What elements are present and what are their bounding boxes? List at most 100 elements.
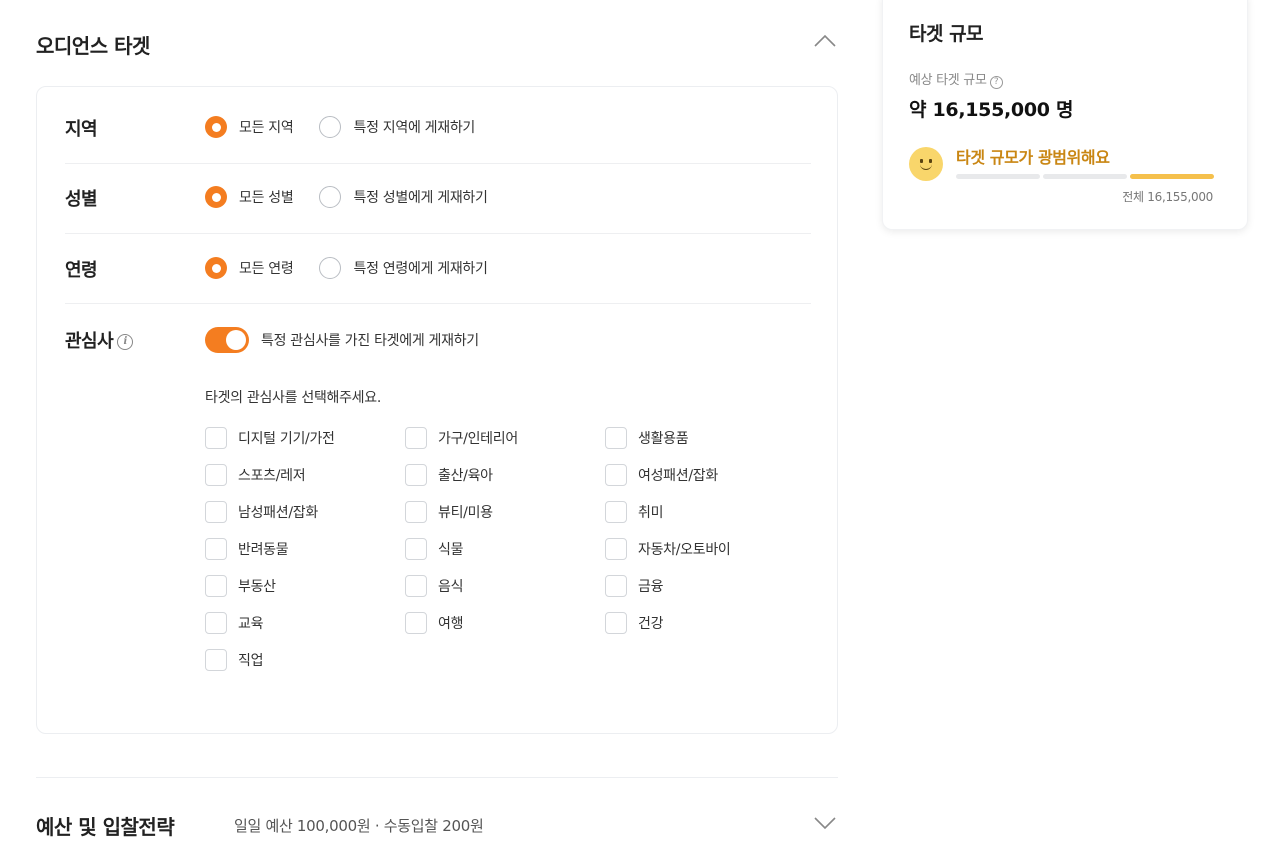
checkbox-box[interactable] <box>405 427 427 449</box>
interest-row: 관심사 i 특정 관심사를 가진 타겟에게 게재하기 <box>65 325 811 355</box>
interest-checkbox[interactable]: 음식 <box>405 575 463 597</box>
interest-label-text: 관심사 <box>65 331 114 352</box>
interest-checkbox[interactable]: 금융 <box>605 575 663 597</box>
age-row: 연령 모든 연령 특정 연령에게 게재하기 <box>65 254 811 284</box>
budget-section-title[interactable]: 예산 및 입찰전략 <box>36 811 175 840</box>
checkbox-box[interactable] <box>605 501 627 523</box>
interest-checkbox-label: 금융 <box>638 579 664 595</box>
checkbox-box[interactable] <box>405 464 427 486</box>
age-radio-group: 모든 연령 특정 연령에게 게재하기 <box>205 257 514 279</box>
checkbox-box[interactable] <box>205 575 227 597</box>
region-label: 지역 <box>65 119 98 140</box>
radio-all-regions[interactable]: 모든 지역 <box>205 116 294 138</box>
chevron-down-icon[interactable] <box>814 816 836 830</box>
interest-checkbox[interactable]: 여성패션/잡화 <box>605 464 718 486</box>
checkbox-box[interactable] <box>605 538 627 560</box>
radio-all-genders-label: 모든 성별 <box>239 190 294 206</box>
interest-checkbox-label: 뷰티/미용 <box>438 505 493 521</box>
budget-summary: 일일 예산 100,000원 · 수동입찰 200원 <box>234 817 484 835</box>
interest-checkbox[interactable]: 여행 <box>405 612 463 634</box>
interest-checkbox-label: 음식 <box>438 579 464 595</box>
checkbox-box[interactable] <box>205 464 227 486</box>
interest-checkbox-label: 직업 <box>238 653 264 669</box>
section-divider <box>36 777 838 778</box>
interest-checkbox[interactable]: 뷰티/미용 <box>405 501 493 523</box>
radio-specific-age[interactable]: 특정 연령에게 게재하기 <box>319 257 488 279</box>
checkbox-box[interactable] <box>405 612 427 634</box>
interest-checkbox[interactable]: 자동차/오토바이 <box>605 538 731 560</box>
interest-checkbox-label: 반려동물 <box>238 542 289 558</box>
checkbox-box[interactable] <box>605 464 627 486</box>
radio-all-genders-indicator[interactable] <box>205 186 227 208</box>
interest-checkbox[interactable]: 가구/인테리어 <box>405 427 518 449</box>
radio-all-regions-indicator[interactable] <box>205 116 227 138</box>
age-label: 연령 <box>65 260 98 281</box>
interest-checkbox-label: 생활용품 <box>638 431 689 447</box>
interest-checkbox[interactable]: 디지털 기기/가전 <box>205 427 335 449</box>
audience-section-header[interactable]: 오디언스 타겟 <box>36 26 838 62</box>
interest-checkbox-label: 여성패션/잡화 <box>638 468 718 484</box>
radio-specific-gender[interactable]: 특정 성별에게 게재하기 <box>319 186 488 208</box>
interest-checkbox[interactable]: 직업 <box>205 649 263 671</box>
interest-checkbox[interactable]: 출산/육아 <box>405 464 493 486</box>
interest-checkbox-label: 디지털 기기/가전 <box>238 431 335 447</box>
checkbox-box[interactable] <box>205 649 227 671</box>
interest-checkbox[interactable]: 교육 <box>205 612 263 634</box>
breadth-bar-segment-2 <box>1043 174 1127 179</box>
interest-toggle-label: 특정 관심사를 가진 타겟에게 게재하기 <box>261 333 479 349</box>
divider <box>65 303 811 304</box>
interest-checkbox[interactable]: 취미 <box>605 501 663 523</box>
radio-all-ages-indicator[interactable] <box>205 257 227 279</box>
interest-checkbox[interactable]: 반려동물 <box>205 538 289 560</box>
checkbox-box[interactable] <box>605 612 627 634</box>
radio-all-ages[interactable]: 모든 연령 <box>205 257 294 279</box>
checkbox-box[interactable] <box>205 501 227 523</box>
interest-checkbox-label: 식물 <box>438 542 464 558</box>
checkbox-box[interactable] <box>205 427 227 449</box>
checkbox-box[interactable] <box>205 538 227 560</box>
interest-checkbox[interactable]: 스포츠/레저 <box>205 464 306 486</box>
interest-checkbox-label: 자동차/오토바이 <box>638 542 731 558</box>
interest-prompt: 타겟의 관심사를 선택해주세요. <box>205 390 381 406</box>
radio-all-regions-label: 모든 지역 <box>239 120 294 136</box>
gender-row: 성별 모든 성별 특정 성별에게 게재하기 <box>65 183 811 213</box>
interest-checkbox-label: 여행 <box>438 616 464 632</box>
checkbox-box[interactable] <box>205 612 227 634</box>
radio-specific-age-indicator[interactable] <box>319 257 342 279</box>
audience-target-card: 지역 모든 지역 특정 지역에 게재하기 성별 모든 성별 특정 성별에게 게재… <box>36 86 838 734</box>
interest-toggle[interactable] <box>205 327 249 353</box>
info-icon[interactable]: i <box>117 334 134 350</box>
question-circle-icon[interactable]: ? <box>989 76 1003 89</box>
chevron-up-icon[interactable] <box>814 34 836 48</box>
estimated-size-label: 예상 타겟 규모? <box>909 69 1003 89</box>
radio-all-ages-label: 모든 연령 <box>239 261 294 277</box>
interest-checkbox[interactable]: 식물 <box>405 538 463 560</box>
interest-checkbox[interactable]: 건강 <box>605 612 663 634</box>
interest-checkbox[interactable]: 남성패션/잡화 <box>205 501 318 523</box>
estimated-size-value: 약 16,155,000 명 <box>909 99 1074 121</box>
interest-checkbox-label: 교육 <box>238 616 264 632</box>
checkbox-box[interactable] <box>405 501 427 523</box>
interest-label: 관심사 i <box>65 327 134 353</box>
radio-specific-age-label: 특정 연령에게 게재하기 <box>353 261 488 277</box>
region-radio-group: 모든 지역 특정 지역에 게재하기 <box>205 116 501 138</box>
radio-specific-region-indicator[interactable] <box>319 116 342 138</box>
interest-checkbox-label: 남성패션/잡화 <box>238 505 318 521</box>
checkbox-box[interactable] <box>605 575 627 597</box>
audience-section-title: 오디언스 타겟 <box>36 34 150 58</box>
interest-checkbox[interactable]: 생활용품 <box>605 427 689 449</box>
interest-checkbox-label: 취미 <box>638 505 664 521</box>
radio-all-genders[interactable]: 모든 성별 <box>205 186 294 208</box>
radio-specific-gender-label: 특정 성별에게 게재하기 <box>353 190 488 206</box>
smiley-face-icon <box>909 147 943 181</box>
target-size-card: 타겟 규모 예상 타겟 규모? 약 16,155,000 명 타겟 규모가 광범… <box>882 0 1248 230</box>
gender-label: 성별 <box>65 189 98 210</box>
checkbox-box[interactable] <box>405 538 427 560</box>
checkbox-box[interactable] <box>405 575 427 597</box>
radio-specific-gender-indicator[interactable] <box>319 186 342 208</box>
checkbox-box[interactable] <box>605 427 627 449</box>
interest-checkbox[interactable]: 부동산 <box>205 575 276 597</box>
gender-radio-group: 모든 성별 특정 성별에게 게재하기 <box>205 186 514 208</box>
interest-checkbox-label: 스포츠/레저 <box>238 468 306 484</box>
radio-specific-region[interactable]: 특정 지역에 게재하기 <box>319 116 475 138</box>
